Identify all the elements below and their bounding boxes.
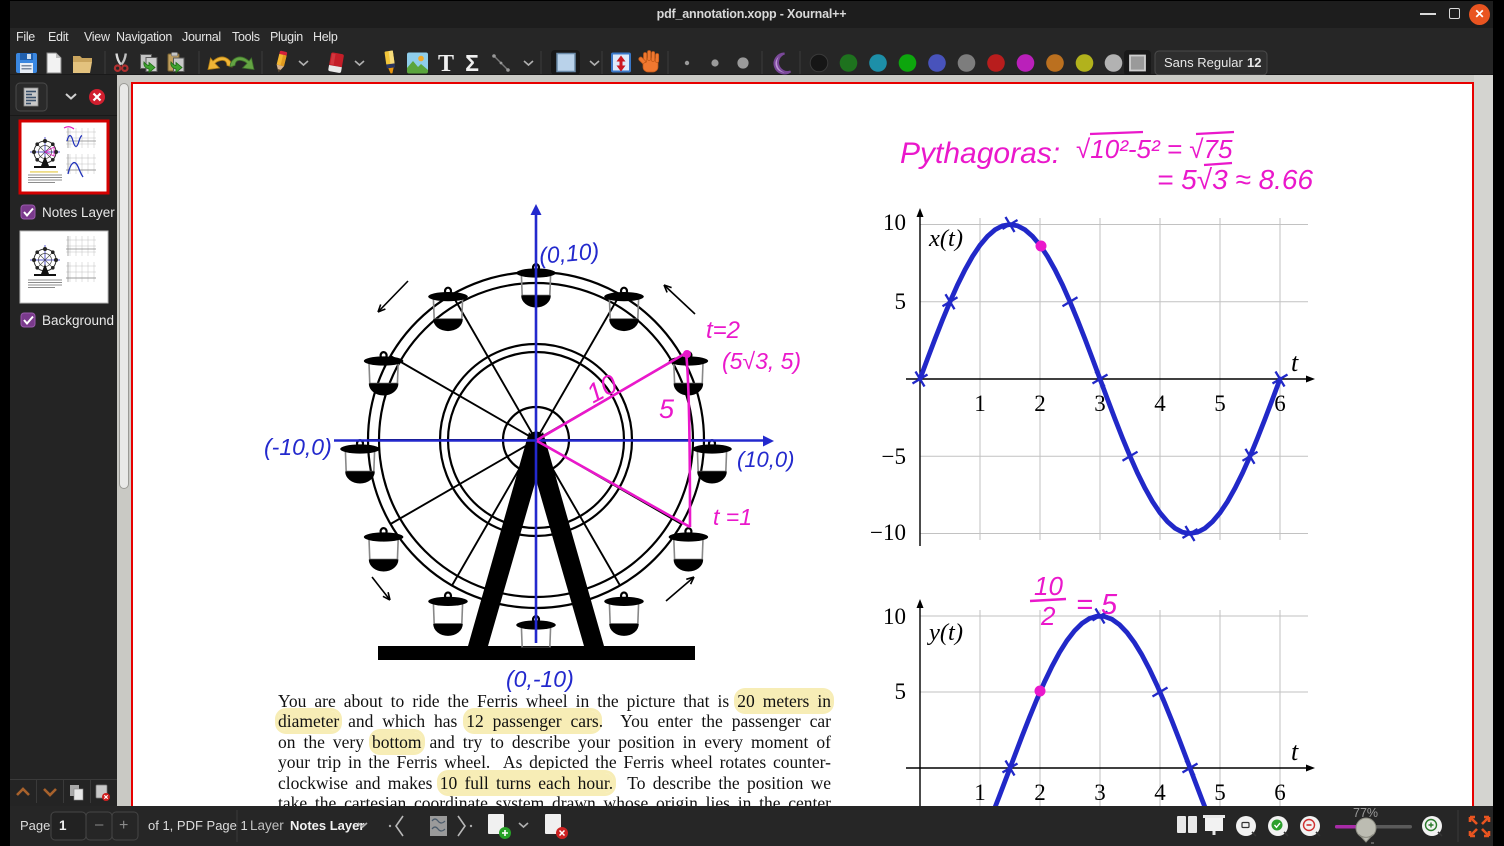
svg-text:10: 10 [883, 210, 906, 235]
svg-text:x(t): x(t) [928, 225, 963, 252]
svg-text:5: 5 [895, 679, 907, 704]
svg-text:Layer: Layer [250, 818, 284, 833]
svg-text:(10,0): (10,0) [737, 447, 794, 472]
svg-text:Background: Background [42, 313, 114, 328]
svg-text:2: 2 [1040, 601, 1056, 631]
svg-text:t=2: t=2 [706, 317, 740, 344]
svg-text:t =1: t =1 [713, 504, 752, 530]
svg-text:12: 12 [1247, 55, 1261, 70]
svg-text:Sans Regular: Sans Regular [1164, 55, 1243, 70]
svg-text:of 1, PDF Page 1: of 1, PDF Page 1 [148, 818, 248, 833]
svg-text:= 5√3 ≈ 8.66: = 5√3 ≈ 8.66 [1157, 164, 1313, 195]
svg-text:(0,-10): (0,-10) [506, 666, 574, 692]
svg-text:Notes Layer: Notes Layer [42, 205, 115, 220]
svg-text:1: 1 [974, 391, 986, 416]
svg-text:t: t [1291, 737, 1299, 766]
svg-text:4: 4 [1154, 780, 1166, 805]
svg-text:Pythagoras:: Pythagoras: [900, 137, 1060, 170]
svg-text:T: T [438, 51, 454, 75]
svg-text:t: t [1291, 348, 1299, 377]
svg-text:–: – [95, 816, 104, 833]
svg-text:2: 2 [1034, 780, 1046, 805]
svg-text:5: 5 [659, 394, 675, 424]
svg-text:+: + [119, 817, 128, 834]
svg-text:3: 3 [1094, 780, 1106, 805]
svg-text:(-10,0): (-10,0) [264, 434, 332, 460]
svg-text:10: 10 [883, 604, 906, 629]
svg-text:−5: −5 [882, 444, 906, 469]
svg-text:3: 3 [1094, 391, 1106, 416]
svg-text:−10: −10 [870, 520, 906, 545]
svg-text:5: 5 [1214, 391, 1226, 416]
svg-text:(0,10): (0,10) [538, 238, 600, 269]
svg-text:Page: Page [20, 818, 50, 833]
svg-text:= 5: = 5 [1076, 589, 1118, 621]
svg-text:Σ: Σ [465, 50, 479, 75]
svg-text:5: 5 [895, 289, 907, 314]
svg-text:10: 10 [1034, 571, 1063, 601]
svg-text:6: 6 [1274, 780, 1286, 805]
svg-text:1: 1 [59, 818, 67, 833]
svg-text:Notes Layer: Notes Layer [290, 818, 364, 833]
svg-text:5: 5 [1214, 780, 1226, 805]
svg-text:4: 4 [1154, 391, 1166, 416]
svg-text:2: 2 [1034, 391, 1046, 416]
svg-text:1: 1 [974, 780, 986, 805]
svg-text:(5√3, 5): (5√3, 5) [722, 348, 801, 374]
svg-text:6: 6 [1274, 391, 1286, 416]
svg-text:√10²-5² = √75: √10²-5² = √75 [1076, 134, 1233, 164]
svg-text:y(t): y(t) [926, 619, 963, 646]
